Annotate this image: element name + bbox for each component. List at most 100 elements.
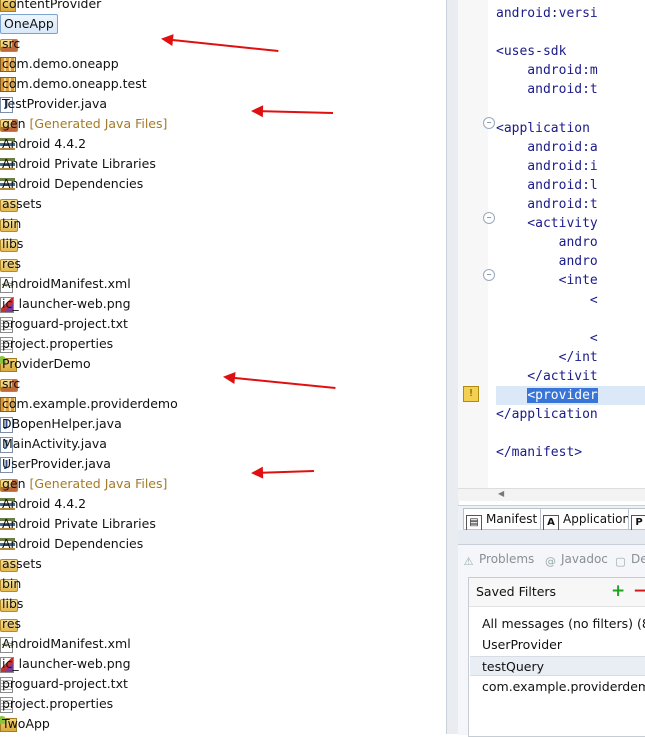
tree-item[interactable]: ◢com.example.providerdemo xyxy=(0,394,446,414)
tree-item-label: assets xyxy=(2,556,42,571)
tree-item[interactable]: proguard-project.txt xyxy=(0,674,446,694)
tree-item-label: DBopenHelper.java xyxy=(2,416,122,431)
tree-item[interactable]: ic_launcher-web.png xyxy=(0,294,446,314)
code-line[interactable]: android:t xyxy=(496,80,597,99)
tree-item[interactable]: project.properties xyxy=(0,334,446,354)
tree-item-label: AndroidManifest.xml xyxy=(2,276,131,291)
tree-item[interactable]: ▷TwoApp xyxy=(0,714,446,734)
code-line[interactable]: <provider xyxy=(496,386,645,405)
tree-item[interactable]: ▷Android Private Libraries xyxy=(0,514,446,534)
saved-filters-title: Saved Filters xyxy=(476,584,557,599)
fold-toggle-icon[interactable]: − xyxy=(483,212,495,225)
tree-item[interactable]: ▷gen [Generated Java Files] xyxy=(0,474,446,494)
permissions-tab-icon: P xyxy=(631,515,645,531)
code-line[interactable]: <activity xyxy=(496,214,597,233)
tree-item[interactable]: ▷Android Dependencies xyxy=(0,174,446,194)
tree-item[interactable]: ic_launcher-web.png xyxy=(0,654,446,674)
tree-item[interactable]: ▷JDBopenHelper.java xyxy=(0,414,446,434)
code-line[interactable]: android:versi xyxy=(496,4,598,23)
tree-item[interactable]: ▷JTestProvider.java xyxy=(0,94,446,114)
saved-filter-item[interactable]: All messages (no filters) (80) xyxy=(470,614,645,634)
editor-tab-application[interactable]: A Application xyxy=(540,508,636,531)
tree-item-label: bin xyxy=(2,216,22,231)
tree-item-label: ic_launcher-web.png xyxy=(2,656,131,671)
tree-item-label: MainActivity.java xyxy=(2,436,107,451)
tree-item[interactable]: ▷JMainActivity.java xyxy=(0,434,446,454)
add-filter-icon[interactable]: + xyxy=(611,582,625,600)
tree-item-label: AndroidManifest.xml xyxy=(2,636,131,651)
tree-item-label: contentProvider xyxy=(2,0,102,11)
view-tab-label: Javadoc xyxy=(561,552,608,566)
fold-toggle-icon[interactable]: − xyxy=(483,116,495,129)
tree-item-label: Android Private Libraries xyxy=(2,156,156,171)
fold-toggle-icon[interactable]: − xyxy=(483,269,495,282)
warning-marker-icon[interactable]: ! xyxy=(463,386,479,402)
xml-editor[interactable]: android:versi <uses-sdk android:m android… xyxy=(458,0,645,500)
code-line[interactable]: android:i xyxy=(496,157,597,176)
tree-item-label: com.demo.oneapp xyxy=(2,56,119,71)
tree-item-label: UserProvider.java xyxy=(2,456,111,471)
view-separator xyxy=(458,530,645,544)
code-line[interactable]: android:l xyxy=(496,176,597,195)
tree-item[interactable]: ▷bin xyxy=(0,574,446,594)
saved-filter-item[interactable]: com.example.providerdemo xyxy=(470,677,645,697)
tree-item[interactable]: ▷libs xyxy=(0,234,446,254)
tree-item-label: ic_launcher-web.png xyxy=(2,296,131,311)
saved-filter-item[interactable]: UserProvider xyxy=(470,635,645,655)
tree-item[interactable]: ▷gen [Generated Java Files] xyxy=(0,114,446,134)
tree-item-label: gen xyxy=(2,476,26,491)
tree-item[interactable]: ▷res xyxy=(0,614,446,634)
tree-item[interactable]: ◢OneApp xyxy=(0,14,446,34)
tree-item[interactable]: ▷res xyxy=(0,254,446,274)
editor-horizontal-scrollbar[interactable]: ◀ xyxy=(458,488,645,501)
bottom-views-panel: ⚠ Problems @ Javadoc ▢ De Saved Filters + − A… xyxy=(458,544,645,737)
code-line[interactable]: andro xyxy=(496,252,598,271)
code-line[interactable]: </manifest> xyxy=(496,443,582,462)
tree-item[interactable]: assets xyxy=(0,194,446,214)
editor-tab-manifest[interactable]: ▤ Manifest xyxy=(463,508,543,531)
tree-item-label: src xyxy=(2,36,21,51)
view-tab-problems[interactable]: ⚠ Problems xyxy=(462,549,535,569)
code-line[interactable]: </int xyxy=(496,348,598,367)
tree-item-label: project.properties xyxy=(2,336,114,351)
code-line[interactable]: </activit xyxy=(496,367,597,386)
tree-item[interactable]: ◢contentProvider xyxy=(0,0,446,14)
generated-files-note: [Generated Java Files] xyxy=(25,476,168,491)
tree-item-label: ProviderDemo xyxy=(2,356,91,371)
scroll-left-icon[interactable]: ◀ xyxy=(498,489,504,498)
view-tab-de[interactable]: ▢ De xyxy=(614,549,645,569)
tree-item[interactable]: project.properties xyxy=(0,694,446,714)
editor-tab-permissions[interactable]: P xyxy=(628,508,645,531)
tree-item[interactable]: ▷Android Private Libraries xyxy=(0,154,446,174)
code-line[interactable]: <application xyxy=(496,119,590,138)
tree-item[interactable]: ◢com.demo.oneapp.test xyxy=(0,74,446,94)
project-explorer: ◢contentProvider◢OneApp◢src▷com.demo.one… xyxy=(0,0,446,734)
code-line[interactable]: andro xyxy=(496,233,598,252)
saved-filter-item[interactable]: testQuery xyxy=(470,656,645,676)
code-line[interactable]: < xyxy=(496,291,598,310)
tree-item[interactable]: ▷Android 4.4.2 xyxy=(0,134,446,154)
code-line[interactable]: <uses-sdk xyxy=(496,42,566,61)
tree-item[interactable]: assets xyxy=(0,554,446,574)
tree-item[interactable]: ▷com.demo.oneapp xyxy=(0,54,446,74)
remove-filter-icon[interactable]: − xyxy=(633,582,645,600)
view-tab-javadoc[interactable]: @ Javadoc xyxy=(544,549,608,569)
tree-item[interactable]: ▷Android Dependencies xyxy=(0,534,446,554)
tree-item[interactable]: ▷bin xyxy=(0,214,446,234)
code-line[interactable]: android:a xyxy=(496,138,597,157)
code-line[interactable]: android:t xyxy=(496,195,597,214)
tree-item[interactable]: ▷Android 4.4.2 xyxy=(0,494,446,514)
tree-item[interactable]: ▷JUserProvider.java xyxy=(0,454,446,474)
code-line[interactable]: < xyxy=(496,329,598,348)
tree-item[interactable]: ▷libs xyxy=(0,594,446,614)
tree-item[interactable]: proguard-project.txt xyxy=(0,314,446,334)
code-line[interactable]: android:m xyxy=(496,61,597,80)
tree-item[interactable]: <> AndroidManifest.xml xyxy=(0,634,446,654)
tree-item[interactable]: <> AndroidManifest.xml xyxy=(0,274,446,294)
code-line[interactable]: <inte xyxy=(496,271,598,290)
tree-item-label: com.example.providerdemo xyxy=(2,396,178,411)
manifest-tab-icon: ▤ xyxy=(466,515,482,531)
code-line[interactable]: </application xyxy=(496,405,598,424)
tree-item-label: bin xyxy=(2,576,22,591)
